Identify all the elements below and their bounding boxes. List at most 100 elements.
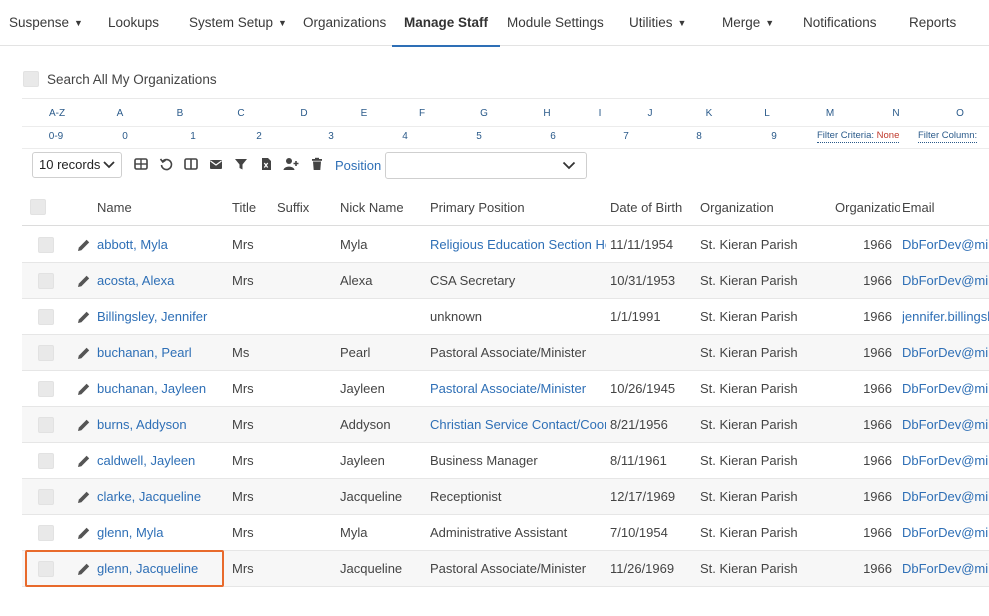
nav-system-setup[interactable]: System Setup ▼: [189, 0, 287, 46]
edit-pencil-icon[interactable]: [77, 310, 91, 324]
letter-filter[interactable]: G: [480, 108, 488, 119]
staff-email-link[interactable]: jennifer.billingsley@example.com: [902, 299, 989, 335]
digit-filter[interactable]: 1: [190, 131, 196, 142]
staff-email-link[interactable]: DbForDev@ministrybrands.com: [902, 407, 989, 443]
row-checkbox[interactable]: [38, 453, 54, 469]
edit-pencil-icon[interactable]: [77, 418, 91, 432]
nav-suspense[interactable]: Suspense ▼: [9, 0, 83, 46]
column-header-suffix[interactable]: Suffix: [277, 189, 309, 226]
letter-filter[interactable]: E: [361, 108, 368, 119]
row-checkbox[interactable]: [38, 489, 54, 505]
staff-name-link[interactable]: acosta, Alexa: [97, 263, 227, 299]
filter-column[interactable]: Filter Column:: [918, 130, 978, 143]
nav-manage-staff[interactable]: Manage Staff: [391, 0, 501, 47]
filter-icon[interactable]: [233, 156, 249, 172]
digit-filter[interactable]: 9: [771, 131, 777, 142]
reset-icon[interactable]: [158, 156, 174, 172]
staff-email-link[interactable]: DbForDev@ministrybrands.com: [902, 479, 989, 515]
letter-filter[interactable]: N: [892, 108, 899, 119]
staff-email-link[interactable]: DbForDev@ministrybrands.com: [902, 335, 989, 371]
column-header-date-of-birth[interactable]: Date of Birth: [610, 189, 682, 226]
staff-name-link[interactable]: burns, Addyson: [97, 407, 227, 443]
excel-export-icon[interactable]: [258, 156, 274, 172]
staff-email-link[interactable]: DbForDev@ministrybrands.com: [902, 371, 989, 407]
edit-pencil-icon[interactable]: [77, 526, 91, 540]
staff-name-link[interactable]: clarke, Jacqueline: [97, 479, 227, 515]
letter-filter[interactable]: L: [764, 108, 770, 119]
table-view-icon[interactable]: [133, 156, 149, 172]
letter-filter[interactable]: K: [706, 108, 713, 119]
staff-primary-position-link[interactable]: Christian Service Contact/Coordinator: [430, 407, 606, 443]
email-icon[interactable]: [208, 156, 224, 172]
row-checkbox[interactable]: [38, 345, 54, 361]
staff-email-link[interactable]: DbForDev@ministrybrands.com: [902, 551, 989, 587]
position-select[interactable]: [385, 152, 587, 179]
nav-merge[interactable]: Merge ▼: [722, 0, 774, 46]
staff-name-link[interactable]: glenn, Myla: [97, 515, 227, 551]
letter-filter[interactable]: A-Z: [49, 108, 65, 119]
digit-filter[interactable]: 7: [623, 131, 629, 142]
search-all-checkbox[interactable]: [23, 71, 39, 87]
staff-primary-position-link[interactable]: Pastoral Associate/Minister: [430, 371, 606, 407]
delete-icon[interactable]: [309, 156, 325, 172]
columns-icon[interactable]: [183, 156, 199, 172]
column-header-nick-name[interactable]: Nick Name: [340, 189, 404, 226]
staff-name-link[interactable]: buchanan, Pearl: [97, 335, 227, 371]
letter-filter[interactable]: B: [177, 108, 184, 119]
staff-email-link[interactable]: DbForDev@ministrybrands.com: [902, 263, 989, 299]
row-checkbox[interactable]: [38, 417, 54, 433]
letter-filter[interactable]: J: [648, 108, 653, 119]
staff-email-link[interactable]: DbForDev@ministrybrands.com: [902, 515, 989, 551]
row-checkbox[interactable]: [38, 309, 54, 325]
letter-filter[interactable]: O: [956, 108, 964, 119]
digit-filter[interactable]: 0-9: [49, 131, 63, 142]
edit-pencil-icon[interactable]: [77, 454, 91, 468]
edit-pencil-icon[interactable]: [77, 490, 91, 504]
nav-notifications[interactable]: Notifications: [803, 0, 877, 46]
column-header-organization[interactable]: Organization: [700, 189, 774, 226]
staff-name-link[interactable]: Billingsley, Jennifer: [97, 299, 227, 335]
staff-email-link[interactable]: DbForDev@ministrybrands.com: [902, 443, 989, 479]
add-user-icon[interactable]: [282, 156, 300, 172]
nav-reports[interactable]: Reports: [909, 0, 956, 46]
row-checkbox[interactable]: [38, 237, 54, 253]
digit-filter[interactable]: 4: [402, 131, 408, 142]
records-per-page-select[interactable]: 10 records: [32, 152, 122, 178]
row-checkbox[interactable]: [38, 273, 54, 289]
nav-organizations[interactable]: Organizations: [303, 0, 386, 46]
letter-filter[interactable]: M: [826, 108, 834, 119]
row-checkbox[interactable]: [38, 525, 54, 541]
edit-pencil-icon[interactable]: [77, 382, 91, 396]
letter-filter[interactable]: A: [117, 108, 124, 119]
letter-filter[interactable]: H: [543, 108, 550, 119]
staff-name-link[interactable]: caldwell, Jayleen: [97, 443, 227, 479]
select-all-checkbox[interactable]: [30, 199, 46, 215]
staff-primary-position-link[interactable]: Religious Education Section Head: [430, 227, 606, 263]
digit-filter[interactable]: 2: [256, 131, 262, 142]
digit-filter[interactable]: 8: [696, 131, 702, 142]
column-header-name[interactable]: Name: [97, 189, 132, 226]
column-header-title[interactable]: Title: [232, 189, 256, 226]
digit-filter[interactable]: 6: [550, 131, 556, 142]
column-header-organization-id[interactable]: Organization ID: [835, 189, 900, 226]
digit-filter[interactable]: 0: [122, 131, 128, 142]
row-checkbox[interactable]: [38, 381, 54, 397]
digit-filter[interactable]: 3: [328, 131, 334, 142]
staff-name-link[interactable]: buchanan, Jayleen: [97, 371, 227, 407]
letter-filter[interactable]: D: [300, 108, 307, 119]
edit-pencil-icon[interactable]: [77, 274, 91, 288]
digit-filter[interactable]: 5: [476, 131, 482, 142]
edit-pencil-icon[interactable]: [77, 238, 91, 252]
filter-criteria[interactable]: Filter Criteria: None: [817, 130, 900, 143]
letter-filter[interactable]: F: [419, 108, 425, 119]
column-header-email[interactable]: Email: [902, 189, 989, 226]
nav-module-settings[interactable]: Module Settings: [507, 0, 604, 46]
nav-lookups[interactable]: Lookups: [108, 0, 159, 46]
column-header-primary-position[interactable]: Primary Position: [430, 189, 525, 226]
staff-email-link[interactable]: DbForDev@ministrybrands.com: [902, 227, 989, 263]
staff-name-link[interactable]: abbott, Myla: [97, 227, 227, 263]
edit-pencil-icon[interactable]: [77, 346, 91, 360]
letter-filter[interactable]: C: [237, 108, 244, 119]
letter-filter[interactable]: I: [599, 108, 602, 119]
nav-utilities[interactable]: Utilities ▼: [629, 0, 686, 46]
